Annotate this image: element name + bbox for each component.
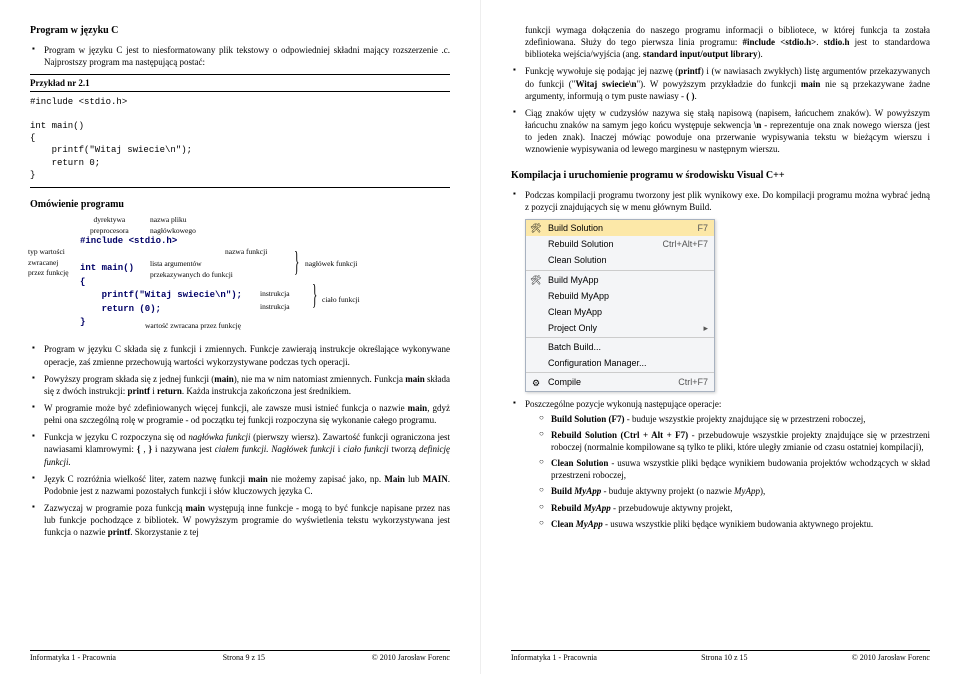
menu-separator-1 (526, 270, 714, 271)
menu-separator-3 (526, 372, 714, 373)
page-left: Program w języku C Program w języku C je… (0, 0, 480, 674)
rb2: Poszczególne pozycje wykonują następując… (511, 398, 930, 530)
label-instrukcja-1: instrukcja (260, 289, 290, 299)
b2: Powyższy program składa się z jednej fun… (30, 373, 450, 397)
menu-separator-2 (526, 337, 714, 338)
ops-list: Build Solution (F7) - buduje wszystkie p… (525, 413, 930, 530)
o4: Build MyApp - buduje aktywny projekt (o … (525, 485, 930, 497)
annotated-diagram: #include <stdio.h> int main() { printf("… (30, 217, 450, 335)
code-block: #include <stdio.h> int main() { printf("… (30, 96, 450, 188)
menu-config-mgr[interactable]: Configuration Manager... (526, 355, 714, 371)
label-typ: typ wartości zwracanej przez funkcję (28, 247, 69, 277)
r3: Ciąg znaków ujęty w cudzysłów nazywa się… (511, 107, 930, 156)
ops-list-intro: Poszczególne pozycje wykonują następując… (511, 398, 930, 530)
label-nazwa-funkcji: nazwa funkcji (225, 247, 267, 257)
label-naglowek: nagłówek funkcji (305, 259, 357, 269)
r1: funkcji wymaga dołączenia do naszego pro… (511, 24, 930, 60)
annot-code: #include <stdio.h> int main() { printf("… (80, 235, 242, 330)
menu-rebuild-myapp[interactable]: Rebuild MyApp (526, 288, 714, 304)
o3: Clean Solution - usuwa wszystkie pliki b… (525, 457, 930, 481)
o5: Rebuild MyApp - przebudowuje aktywny pro… (525, 502, 930, 514)
example-code: #include <stdio.h> int main() { printf("… (30, 96, 450, 181)
foot-page: Strona 9 z 15 (223, 653, 265, 664)
intro-text: Program w języku C jest to niesformatowa… (30, 44, 450, 68)
menu-clean-myapp[interactable]: Clean MyApp (526, 304, 714, 320)
menu-build-solution[interactable]: 🛠Build SolutionF7 (526, 220, 714, 236)
menu-build-myapp[interactable]: 🛠Build MyApp (526, 272, 714, 288)
heading-program: Program w języku C (30, 24, 450, 38)
foot-page-r: Strona 10 z 15 (701, 653, 747, 664)
menu-compile[interactable]: ⚙CompileCtrl+F7 (526, 374, 714, 390)
discussion-list: Program w języku C składa się z funkcji … (30, 343, 450, 538)
page-right: funkcji wymaga dołączenia do naszego pro… (480, 0, 960, 674)
menu-batch-build[interactable]: Batch Build... (526, 339, 714, 355)
heading-kompilacja: Kompilacja i uruchomienie programu w śro… (511, 169, 930, 183)
footer-right: Informatyka 1 - Pracownia Strona 10 z 15… (511, 650, 930, 664)
label-lista: lista argumentów przekazywanych do funkc… (150, 259, 233, 279)
o2: Rebuild Solution (Ctrl + Alt + F7) - prz… (525, 429, 930, 453)
o1: Build Solution (F7) - buduje wszystkie p… (525, 413, 930, 425)
r2: Funkcję wywołuje się podając jej nazwę (… (511, 65, 930, 101)
brace-header-icon: } (294, 249, 299, 277)
footer-left: Informatyka 1 - Pracownia Strona 9 z 15 … (30, 650, 450, 664)
build-icon: 🛠 (530, 222, 542, 234)
menu-project-only[interactable]: Project Only▸ (526, 320, 714, 336)
brace-body-icon: } (312, 282, 317, 310)
foot-course-r: Informatyka 1 - Pracownia (511, 653, 597, 664)
foot-course: Informatyka 1 - Pracownia (30, 653, 116, 664)
o6: Clean MyApp - usuwa wszystkie pliki będą… (525, 518, 930, 530)
build-menu: 🛠Build SolutionF7 Rebuild SolutionCtrl+A… (525, 219, 715, 391)
right-cont-list: funkcji wymaga dołączenia do naszego pro… (511, 24, 930, 155)
label-wartosc: wartość zwracana przez funkcję (145, 321, 241, 331)
b1: Program w języku C składa się z funkcji … (30, 343, 450, 367)
label-cialo: ciało funkcji (322, 295, 360, 305)
label-instrukcja-2: instrukcja (260, 302, 290, 312)
b4: Funkcja w języku C rozpoczyna się od nag… (30, 431, 450, 467)
label-dyrektywa: dyrektywa preprocesora (90, 215, 129, 235)
b5: Język C rozróżnia wielkość liter, zatem … (30, 473, 450, 497)
menu-clean-solution[interactable]: Clean Solution (526, 252, 714, 268)
b6: Zazwyczaj w programie poza funkcją main … (30, 502, 450, 538)
compile-list: Podczas kompilacji programu tworzony jes… (511, 189, 930, 213)
example-label: Przykład nr 2.1 (30, 74, 450, 92)
intro-list: Program w języku C jest to niesformatowa… (30, 44, 450, 68)
foot-copy-r: © 2010 Jarosław Forenc (852, 653, 930, 664)
build-icon-2: 🛠 (530, 274, 542, 286)
label-nazwa-pliku: nazwa pliku nagłówkowego (150, 215, 196, 235)
heading-discussion: Omówienie programu (30, 198, 450, 212)
foot-copy: © 2010 Jarosław Forenc (372, 653, 450, 664)
rb1: Podczas kompilacji programu tworzony jes… (511, 189, 930, 213)
b3: W programie może być zdefiniowanych więc… (30, 402, 450, 426)
menu-rebuild-solution[interactable]: Rebuild SolutionCtrl+Alt+F7 (526, 236, 714, 252)
compile-icon: ⚙ (530, 377, 542, 389)
